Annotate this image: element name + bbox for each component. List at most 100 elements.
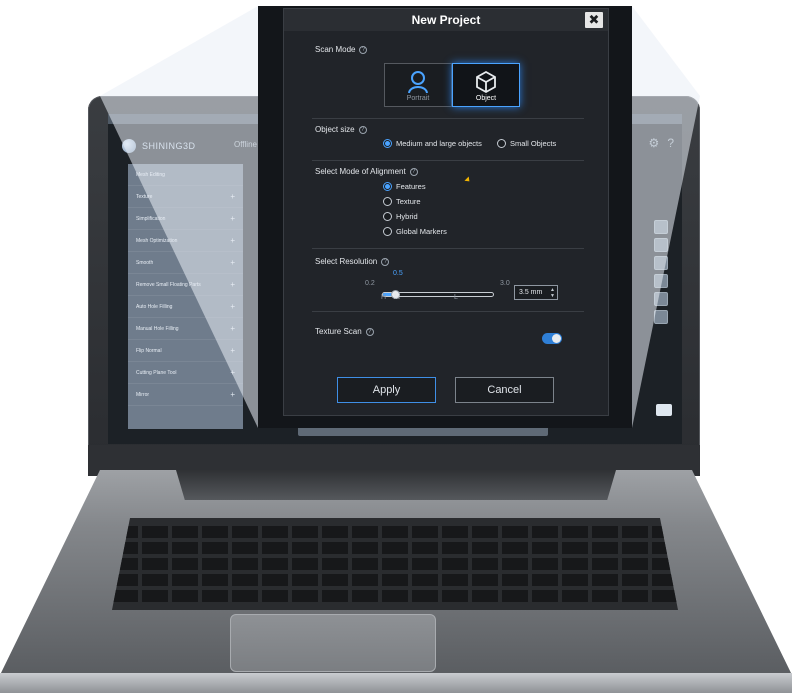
side-panel-item[interactable]: Auto Hole Filling + bbox=[128, 296, 243, 318]
alignment-features-label: Features bbox=[396, 182, 426, 191]
object-size-small-label: Small Objects bbox=[510, 139, 557, 148]
side-panel-item[interactable]: Mesh Optimization + bbox=[128, 230, 243, 252]
help-icon[interactable]: ? bbox=[381, 257, 390, 266]
object-size-small-option[interactable]: Small Objects bbox=[497, 139, 556, 148]
radio-button[interactable] bbox=[497, 139, 506, 148]
resolution-input-value: 3.5 mm bbox=[519, 289, 543, 296]
apply-button[interactable]: Apply bbox=[337, 377, 436, 403]
scan-mode-text: Scan Mode bbox=[315, 45, 356, 54]
side-panel-item[interactable]: Simplification + bbox=[128, 208, 243, 230]
side-panel-item-label: Cutting Plane Tool bbox=[136, 369, 177, 376]
right-toolbar bbox=[654, 220, 672, 324]
scan-mode-portrait-label: Portrait bbox=[406, 95, 430, 102]
resolution-preset-h[interactable]: H bbox=[381, 294, 386, 301]
plus-icon[interactable]: + bbox=[230, 236, 235, 245]
side-panel-item-label: Remove Small Floating Parts bbox=[136, 281, 201, 288]
laptop-base-lip bbox=[0, 673, 792, 693]
dialog-title: New Project bbox=[284, 9, 608, 31]
texture-scan-label: Texture Scan ? bbox=[315, 327, 374, 336]
help-icon[interactable]: ? bbox=[409, 167, 418, 176]
radio-button[interactable] bbox=[383, 212, 392, 221]
scan-mode-object[interactable]: Object bbox=[452, 63, 520, 107]
resolution-input[interactable]: 3.5 mm ▲ ▼ bbox=[514, 285, 558, 300]
plus-icon[interactable]: + bbox=[230, 214, 235, 223]
laptop-touchpad bbox=[230, 614, 436, 672]
divider bbox=[312, 160, 584, 161]
alignment-global-markers-option[interactable]: Global Markers bbox=[383, 227, 447, 236]
resolution-preset-m[interactable]: M bbox=[394, 294, 400, 301]
mesh-editing-sidepanel: Mesh Editing Texture + Simplification + Mesh … bbox=[128, 164, 243, 429]
alignment-hybrid-option[interactable]: Hybrid bbox=[383, 212, 418, 221]
app-brand: SHINING3D bbox=[122, 136, 196, 156]
plus-icon[interactable]: + bbox=[230, 192, 235, 201]
side-panel-item[interactable]: Texture + bbox=[128, 186, 243, 208]
divider bbox=[312, 248, 584, 249]
side-panel-item[interactable]: Smooth + bbox=[128, 252, 243, 274]
alignment-label: Select Mode of Alignment ? bbox=[315, 167, 418, 176]
object-size-label: Object size ? bbox=[315, 125, 367, 134]
share-icon[interactable] bbox=[654, 256, 668, 270]
radio-button[interactable] bbox=[383, 182, 392, 191]
plus-icon[interactable]: + bbox=[230, 346, 235, 355]
brand-name: SHINING3D bbox=[142, 141, 196, 151]
radio-button[interactable] bbox=[383, 139, 392, 148]
key-row bbox=[112, 590, 678, 602]
scan-mode-object-label: Object bbox=[475, 95, 497, 102]
resolution-min: 0.2 bbox=[365, 280, 375, 287]
texture-scan-toggle[interactable] bbox=[542, 333, 562, 344]
toggle-knob bbox=[552, 334, 561, 343]
plus-icon[interactable]: + bbox=[230, 302, 235, 311]
alignment-features-option[interactable]: Features bbox=[383, 182, 426, 191]
cancel-button[interactable]: Cancel bbox=[455, 377, 554, 403]
side-panel-item[interactable]: Mirror + bbox=[128, 384, 243, 406]
alignment-texture-option[interactable]: Texture bbox=[383, 197, 421, 206]
help-icon[interactable]: ? bbox=[359, 45, 368, 54]
resolution-max: 3.0 bbox=[500, 280, 510, 287]
help-icon[interactable]: ? bbox=[358, 125, 367, 134]
alignment-texture-label: Texture bbox=[396, 197, 421, 206]
divider bbox=[312, 311, 584, 312]
record-icon[interactable] bbox=[654, 292, 668, 306]
cube-icon bbox=[476, 70, 496, 94]
radio-button[interactable] bbox=[383, 227, 392, 236]
plus-icon[interactable]: + bbox=[230, 324, 235, 333]
resolution-current-marker: 0.5 bbox=[393, 270, 403, 277]
app-mode-text: Offline bbox=[234, 140, 257, 149]
help-icon[interactable]: ? bbox=[667, 136, 674, 150]
resolution-preset-l[interactable]: L bbox=[454, 294, 458, 301]
resolution-label: Select Resolution ? bbox=[315, 257, 390, 266]
plus-icon[interactable]: + bbox=[230, 258, 235, 267]
folder-icon[interactable] bbox=[654, 220, 668, 234]
alignment-hybrid-label: Hybrid bbox=[396, 212, 418, 221]
chat-icon[interactable] bbox=[656, 404, 672, 416]
side-panel-item-label: Manual Hole Filling bbox=[136, 325, 179, 332]
side-panel-item-label: Mesh Optimization bbox=[136, 237, 178, 244]
side-panel-item[interactable]: Cutting Plane Tool + bbox=[128, 362, 243, 384]
target-icon[interactable] bbox=[654, 274, 668, 288]
brand-logo-icon bbox=[122, 139, 136, 153]
key-row bbox=[112, 542, 678, 554]
side-panel-item[interactable]: Flip Normal + bbox=[128, 340, 243, 362]
save-icon[interactable] bbox=[654, 238, 668, 252]
side-panel-item-label: Mesh Editing bbox=[136, 171, 165, 178]
side-panel-item-label: Auto Hole Filling bbox=[136, 303, 173, 310]
close-button[interactable]: ✖ bbox=[585, 12, 603, 28]
plus-icon[interactable]: + bbox=[230, 390, 235, 399]
plus-icon[interactable]: + bbox=[230, 368, 235, 377]
stepper-icon[interactable]: ▲ ▼ bbox=[550, 287, 555, 299]
scan-mode-portrait[interactable]: Portrait bbox=[384, 63, 452, 107]
object-size-text: Object size bbox=[315, 125, 355, 134]
side-panel-item[interactable]: Remove Small Floating Parts + bbox=[128, 274, 243, 296]
plus-icon[interactable]: + bbox=[230, 280, 235, 289]
key-row bbox=[112, 574, 678, 586]
side-panel-item[interactable]: Manual Hole Filling + bbox=[128, 318, 243, 340]
view-icon[interactable] bbox=[654, 310, 668, 324]
scan-mode-label: Scan Mode ? bbox=[315, 45, 368, 54]
laptop-keyboard bbox=[112, 518, 678, 610]
settings-icon[interactable]: ⚙ bbox=[649, 136, 660, 150]
help-icon[interactable]: ? bbox=[365, 327, 374, 336]
object-size-medium-option[interactable]: Medium and large objects bbox=[383, 139, 482, 148]
radio-button[interactable] bbox=[383, 197, 392, 206]
side-panel-item[interactable]: Mesh Editing bbox=[128, 164, 243, 186]
top-right-toolbar: ⚙ ? bbox=[649, 136, 674, 150]
